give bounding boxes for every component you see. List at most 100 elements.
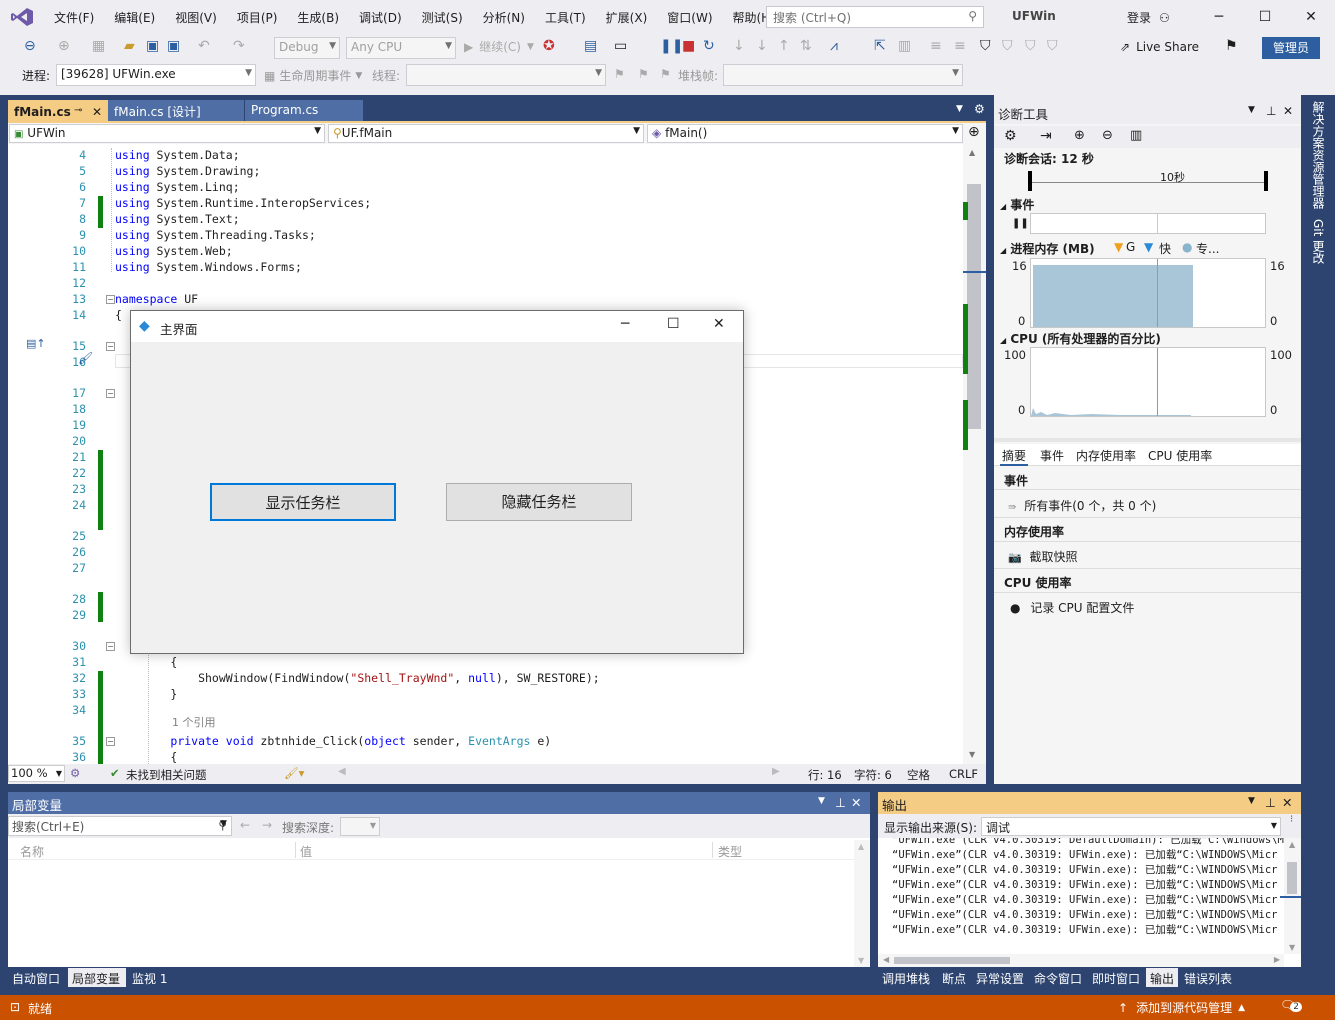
notifications-button[interactable]: 🗨2 <box>1280 998 1302 1012</box>
fold-toggle[interactable]: − <box>106 389 115 398</box>
step-over-icon[interactable]: ↓ <box>756 38 768 54</box>
continue-button[interactable]: ▶ 继续(C) ▼ <box>464 38 534 55</box>
split-editor-icon[interactable]: ⊕ <box>968 124 980 140</box>
bottom-tab[interactable]: 命令窗口 <box>1030 968 1086 987</box>
member-dropdown[interactable]: ◈ fMain() ▼ <box>647 124 963 143</box>
menu-item[interactable]: 扩展(X) <box>596 9 658 26</box>
comment-icon[interactable]: ≡ <box>930 38 942 54</box>
collapse-icon[interactable]: ◢ <box>1000 246 1006 255</box>
settings-icon[interactable]: ⚙ <box>974 102 985 116</box>
zoom-out-icon[interactable]: ⊖ <box>1102 128 1113 143</box>
output-toolbar-overflow-icon[interactable]: ⁝ <box>1290 814 1293 825</box>
search-box[interactable]: 搜索 (Ctrl+Q) ⚲ <box>766 6 984 28</box>
process-dropdown[interactable]: [39628] UFWin.exe ▼ <box>56 64 256 86</box>
bottom-tab[interactable]: 局部变量 <box>68 968 126 987</box>
flag-thread-icon[interactable]: ⚑ <box>638 67 649 81</box>
code-line[interactable]: using System.Web; <box>115 244 233 258</box>
uncomment-icon[interactable]: ≡ <box>954 38 966 54</box>
column-name[interactable]: 名称 <box>20 843 44 860</box>
browser-icon[interactable]: ▤ <box>584 38 597 54</box>
zoom-in-icon[interactable]: ⊕ <box>1074 128 1085 143</box>
bottom-tab[interactable]: 自动窗口 <box>8 968 66 987</box>
scroll-down-icon[interactable]: ▼ <box>969 750 975 759</box>
issues-status[interactable]: 未找到相关问题 <box>126 767 207 783</box>
pin-icon[interactable]: ⊸ <box>74 105 82 116</box>
config-dropdown[interactable]: Debug ▼ <box>274 37 340 59</box>
project-dropdown[interactable]: ▣ UFWin ▼ <box>9 124 325 143</box>
flag-icon[interactable]: ⚑ <box>614 67 625 81</box>
reset-view-icon[interactable]: ▥ <box>1130 128 1142 143</box>
output-vertical-scrollbar[interactable]: ▲ ▼ <box>1280 838 1301 954</box>
clear-bookmarks-icon[interactable]: ⛉ <box>1047 38 1058 54</box>
menu-item[interactable]: 调试(D) <box>349 9 412 26</box>
close-tab-icon[interactable]: ✕ <box>92 105 102 119</box>
menu-item[interactable]: 项目(P) <box>227 9 288 26</box>
pause-icon[interactable]: ❚❚ <box>660 38 683 54</box>
platform-dropdown[interactable]: Any CPU ▼ <box>346 37 456 59</box>
bookmark-icon[interactable]: ⛉ <box>980 38 991 54</box>
line-ending-indicator[interactable]: CRLF <box>949 767 978 781</box>
record-cpu-button[interactable]: ● 记录 CPU 配置文件 <box>994 599 1301 616</box>
scrollbar-thumb[interactable] <box>967 184 981 429</box>
bottom-tab[interactable]: 断点 <box>938 968 970 987</box>
code-line[interactable]: using System.Drawing; <box>115 164 260 178</box>
code-line[interactable]: using System.Threading.Tasks; <box>115 228 316 242</box>
fold-toggle[interactable]: − <box>106 642 115 651</box>
column-value[interactable]: 值 <box>300 843 312 860</box>
thread-dropdown[interactable]: ▼ <box>406 64 606 86</box>
pin-icon[interactable]: ⊥ <box>835 795 846 810</box>
code-line[interactable]: private void zbtnhide_Click(object sende… <box>115 734 551 748</box>
diagnostics-icon[interactable]: ⩘ <box>830 38 838 54</box>
stop-icon[interactable]: ■ <box>682 38 695 54</box>
editor-vertical-scrollbar[interactable]: ▲ ▼ <box>963 144 986 764</box>
code-line[interactable]: } <box>115 687 177 701</box>
quick-actions-icon[interactable]: 🖌 <box>78 351 93 365</box>
collapse-icon[interactable]: ◢ <box>1000 336 1006 345</box>
output-text[interactable]: “UFWin.exe”(CLR v4.0.30319: DefaultDomai… <box>878 838 1284 954</box>
bottom-tab[interactable]: 即时窗口 <box>1088 968 1144 987</box>
column-indicator[interactable]: 字符: 6 <box>854 767 892 783</box>
show-taskbar-button[interactable]: 显示任务栏 <box>210 483 396 521</box>
reference-hint[interactable]: 1 个引用 <box>172 714 216 730</box>
bottom-tab[interactable]: 错误列表 <box>1180 968 1236 987</box>
save-icon[interactable]: ▣ <box>146 38 159 54</box>
fold-toggle[interactable]: − <box>106 295 115 304</box>
new-project-icon[interactable]: ▦ <box>92 38 105 54</box>
zoom-dropdown[interactable]: 100 % ▼ <box>8 765 65 782</box>
menu-item[interactable]: 视图(V) <box>165 9 227 26</box>
tab-cpu-usage[interactable]: CPU 使用率 <box>1148 447 1212 464</box>
bottom-tab[interactable]: 调用堆栈 <box>878 968 936 987</box>
dropdown-icon[interactable]: ▼ <box>1248 796 1255 806</box>
scroll-right-icon[interactable]: ▶ <box>772 766 780 777</box>
cleanup-icon[interactable]: 🖌▾ <box>284 766 304 780</box>
stackframe-dropdown[interactable]: ▼ <box>723 64 963 86</box>
code-line[interactable]: { <box>115 308 122 322</box>
bottom-tab[interactable]: 异常设置 <box>972 968 1028 987</box>
app-window-titlebar[interactable]: ◆ 主界面 ─ ☐ ✕ <box>131 311 743 342</box>
tab-fmain-designer[interactable]: fMain.cs [设计] <box>108 100 244 121</box>
scroll-up-icon[interactable]: ▲ <box>969 148 975 157</box>
pin-icon[interactable]: ⊥ <box>1265 795 1276 810</box>
close-panel-icon[interactable]: ✕ <box>1283 104 1293 118</box>
timeline-start-marker[interactable] <box>1028 171 1032 191</box>
output-source-dropdown[interactable]: 调试 ▼ <box>981 817 1281 836</box>
code-line[interactable]: namespace UF <box>115 292 198 306</box>
prev-bookmark-icon[interactable]: ⛉ <box>1002 38 1013 54</box>
tab-solution-explorer[interactable]: 解决方案资源管理器 <box>1310 101 1327 209</box>
close-panel-icon[interactable]: ✕ <box>1282 795 1292 810</box>
code-line[interactable]: using System.Runtime.InteropServices; <box>115 196 371 210</box>
maximize-button[interactable]: ☐ <box>1242 0 1288 34</box>
code-line[interactable]: using System.Data; <box>115 148 240 162</box>
line-indicator[interactable]: 行: 16 <box>808 767 842 783</box>
dropdown-icon[interactable]: ▼ <box>1248 105 1255 115</box>
pin-icon[interactable]: ⊥ <box>1266 104 1276 118</box>
app-close-button[interactable]: ✕ <box>713 316 725 332</box>
search-depth-dropdown[interactable]: ▼ <box>340 817 380 836</box>
pause-events-icon[interactable]: ❚❚ <box>1012 218 1029 229</box>
show-next-statement-icon[interactable]: ⇅ <box>800 38 812 54</box>
menu-item[interactable]: 编辑(E) <box>104 9 165 26</box>
login-button[interactable]: 登录 ⚇ <box>1127 9 1170 26</box>
hide-taskbar-button[interactable]: 隐藏任务栏 <box>446 483 632 521</box>
add-to-source-control-button[interactable]: ↑ 添加到源代码管理 ▲ <box>1118 999 1245 1016</box>
collapse-icon[interactable]: ◢ <box>1000 202 1006 211</box>
